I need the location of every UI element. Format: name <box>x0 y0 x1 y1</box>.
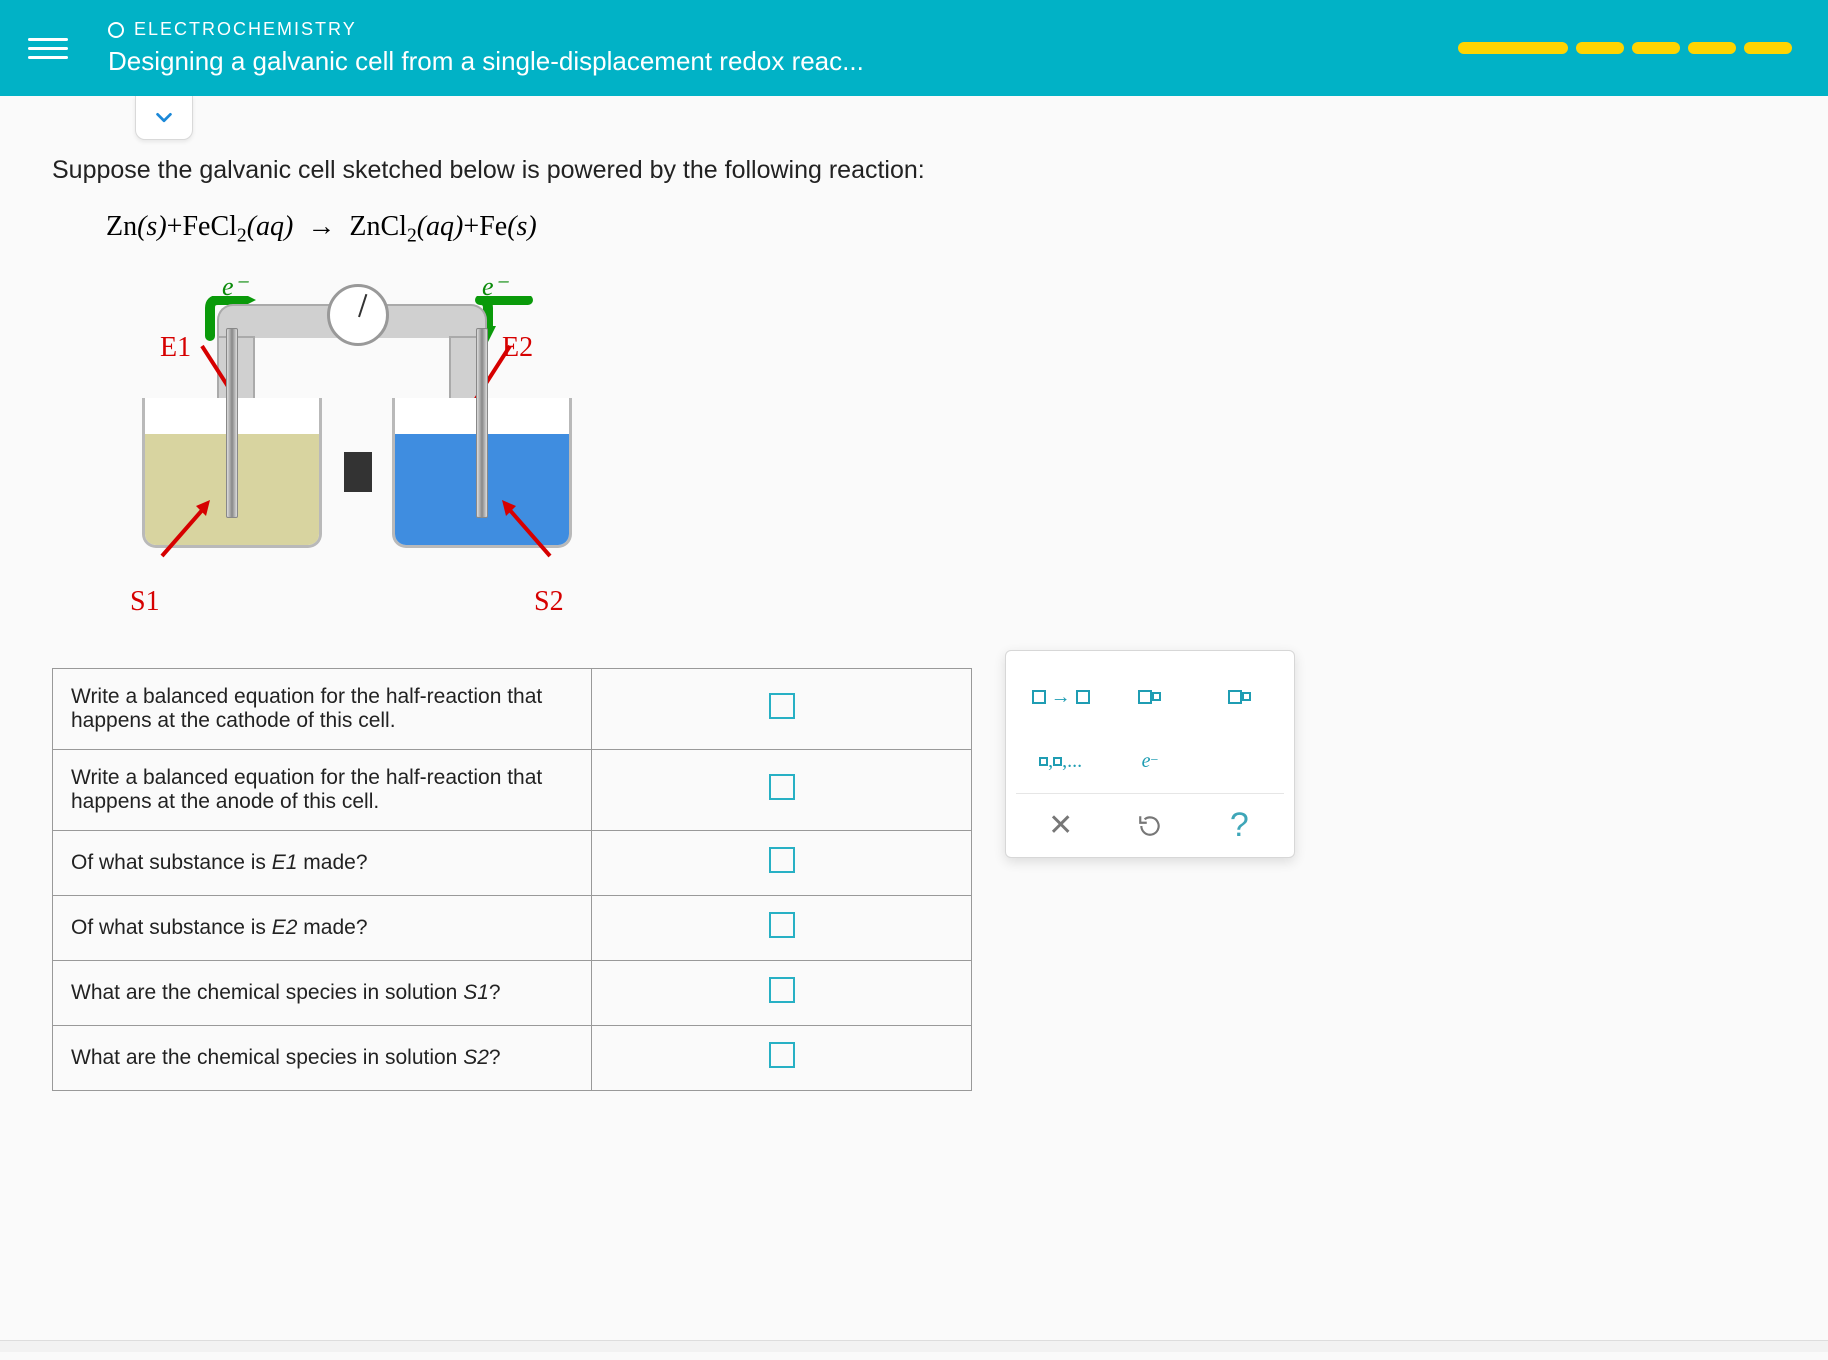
tool-list[interactable]: ,,... <box>1022 734 1100 788</box>
arrow-S1-icon <box>156 496 226 566</box>
table-row: Of what substance is E2 made? <box>53 895 972 960</box>
circle-icon <box>108 22 124 38</box>
answer-cell[interactable] <box>592 830 972 895</box>
salt-bridge <box>344 452 372 492</box>
table-row: Write a balanced equation for the half-r… <box>53 668 972 749</box>
answer-cell[interactable] <box>592 749 972 830</box>
reset-icon <box>1137 813 1163 839</box>
expand-toggle[interactable] <box>135 96 193 140</box>
question-cell: What are the chemical species in solutio… <box>53 960 592 1025</box>
question-table: Write a balanced equation for the half-r… <box>52 668 972 1091</box>
label-S1: S1 <box>130 586 160 618</box>
table-row: Of what substance is E1 made? <box>53 830 972 895</box>
clear-button[interactable]: ✕ <box>1022 799 1100 853</box>
table-row: What are the chemical species in solutio… <box>53 1025 972 1090</box>
answer-input[interactable] <box>769 847 795 873</box>
help-button[interactable]: ? <box>1200 799 1278 853</box>
table-row: Write a balanced equation for the half-r… <box>53 749 972 830</box>
chapter-label: ELECTROCHEMISTRY <box>108 19 864 40</box>
cell-diagram: e⁻ e⁻ E1 E2 S1 S2 <box>122 278 662 628</box>
question-cell: Of what substance is E1 made? <box>53 830 592 895</box>
question-cell: Write a balanced equation for the half-r… <box>53 668 592 749</box>
answer-input[interactable] <box>769 912 795 938</box>
progress-bar <box>1458 42 1792 54</box>
chevron-down-icon <box>153 107 175 129</box>
reaction-equation: Zn(s)+FeCl2(aq) → ZnCl2(aq)+Fe(s) <box>106 211 1776 248</box>
label-E1: E1 <box>160 332 191 364</box>
app-header: ELECTROCHEMISTRY Designing a galvanic ce… <box>0 0 1828 96</box>
header-text: ELECTROCHEMISTRY Designing a galvanic ce… <box>108 19 864 77</box>
tool-subscript[interactable] <box>1111 670 1189 724</box>
content-area: Suppose the galvanic cell sketched below… <box>0 96 1828 1131</box>
voltmeter-icon <box>327 284 389 346</box>
label-S2: S2 <box>534 586 564 618</box>
answer-input[interactable] <box>769 977 795 1003</box>
answer-input[interactable] <box>769 1042 795 1068</box>
arrow-S2-icon <box>492 496 562 566</box>
question-cell: What are the chemical species in solutio… <box>53 1025 592 1090</box>
electrode-right <box>476 328 488 518</box>
answer-input[interactable] <box>769 774 795 800</box>
answer-input[interactable] <box>769 693 795 719</box>
menu-icon[interactable] <box>28 38 68 59</box>
question-cell: Write a balanced equation for the half-r… <box>53 749 592 830</box>
answer-cell[interactable] <box>592 895 972 960</box>
reset-button[interactable] <box>1111 799 1189 853</box>
answer-cell[interactable] <box>592 668 972 749</box>
table-row: What are the chemical species in solutio… <box>53 960 972 1025</box>
question-cell: Of what substance is E2 made? <box>53 895 592 960</box>
chapter-text: ELECTROCHEMISTRY <box>134 19 357 40</box>
tool-electron[interactable]: e− <box>1111 734 1189 788</box>
footer-divider <box>0 1340 1828 1352</box>
page-title: Designing a galvanic cell from a single-… <box>108 46 864 77</box>
prompt-text: Suppose the galvanic cell sketched below… <box>52 156 1776 185</box>
electrode-left <box>226 328 238 518</box>
tool-superscript[interactable] <box>1200 670 1278 724</box>
answer-cell[interactable] <box>592 960 972 1025</box>
tool-arrow[interactable]: → <box>1022 670 1100 724</box>
answer-cell[interactable] <box>592 1025 972 1090</box>
tool-panel: → ,,... e− ✕ ? <box>1005 650 1295 858</box>
